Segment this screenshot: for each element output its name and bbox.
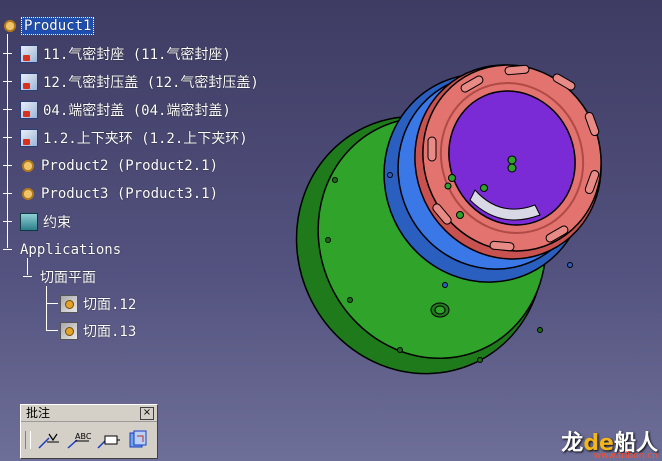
product-gear-icon xyxy=(20,158,36,174)
tree-item-04-end-cover[interactable]: 04.端密封盖 (04.端密封盖) xyxy=(20,100,233,120)
part-icon xyxy=(20,73,38,91)
tree-item-constraints[interactable]: 约束 xyxy=(20,212,73,232)
part-icon xyxy=(20,101,38,119)
section-plane-label: 切面平面 xyxy=(40,270,96,286)
tree-item-label: Product2 (Product2.1) xyxy=(41,158,219,174)
specification-tree: Product1 11.气密封座 (11.气密封座) 12.气密封压盖 (12.… xyxy=(0,0,320,360)
part-icon xyxy=(20,45,38,63)
expand-plus-icon[interactable] xyxy=(3,105,12,114)
3d-assembly-model[interactable] xyxy=(290,60,620,390)
section-icon xyxy=(60,322,78,340)
tree-branch-line xyxy=(46,303,58,304)
expand-plus-icon[interactable] xyxy=(3,77,12,86)
tree-root-product1[interactable]: Product1 xyxy=(2,16,95,36)
collapse-minus-icon[interactable] xyxy=(23,272,32,281)
tree-item-section-12[interactable]: 切面.12 xyxy=(60,294,138,314)
expand-plus-icon[interactable] xyxy=(3,49,12,58)
tree-branch-line xyxy=(46,330,58,331)
site-watermark: 龙de船人 www.tribon.cn xyxy=(561,425,658,461)
annotation-toolbar[interactable]: 批注 × ABC xyxy=(20,404,158,459)
section-label: 切面.13 xyxy=(83,324,137,340)
toolbar-grip[interactable] xyxy=(25,431,31,449)
tree-item-section-plane[interactable]: 切面平面 xyxy=(38,267,98,287)
expand-plus-icon[interactable] xyxy=(3,217,12,226)
constraints-icon xyxy=(20,213,38,231)
toolbar-title: 批注 xyxy=(26,406,51,420)
flag-note-icon[interactable] xyxy=(95,428,121,452)
text-with-leader-icon[interactable] xyxy=(35,428,61,452)
tree-item-clamp-ring[interactable]: 1.2.上下夹环 (1.2.上下夹环) xyxy=(20,128,250,148)
expand-plus-icon[interactable] xyxy=(3,133,12,142)
tree-item-11-seat[interactable]: 11.气密封座 (11.气密封座) xyxy=(20,44,233,64)
tree-branch-line xyxy=(46,286,47,330)
3d-annotation-view-icon[interactable] xyxy=(125,428,151,452)
svg-text:ABC: ABC xyxy=(75,432,91,441)
tree-item-label: 04.端密封盖 (04.端密封盖) xyxy=(43,103,231,119)
expand-plus-icon[interactable] xyxy=(3,161,12,170)
watermark-brand-left: 龙 xyxy=(561,431,584,456)
expand-plus-icon[interactable] xyxy=(3,189,12,198)
tree-item-label: 约束 xyxy=(43,215,71,231)
tree-item-label: 1.2.上下夹环 (1.2.上下夹环) xyxy=(43,131,248,147)
tree-item-applications[interactable]: Applications xyxy=(18,240,123,260)
applications-label: Applications xyxy=(20,242,122,258)
tree-item-section-13[interactable]: 切面.13 xyxy=(60,321,138,341)
watermark-url: www.tribon.cn xyxy=(593,451,658,461)
toolbar-title-bar[interactable]: 批注 × xyxy=(21,405,157,422)
product-gear-icon xyxy=(2,18,18,34)
section-icon xyxy=(60,295,78,313)
tree-item-label: 12.气密封压盖 (12.气密封压盖) xyxy=(43,75,259,91)
tree-item-label: Product3 (Product3.1) xyxy=(41,186,219,202)
product-gear-icon xyxy=(20,186,36,202)
abc-text-icon[interactable]: ABC xyxy=(65,428,92,452)
toolbar-buttons: ABC xyxy=(21,422,157,458)
tree-item-product2[interactable]: Product2 (Product2.1) xyxy=(20,156,220,176)
section-label: 切面.12 xyxy=(83,297,137,313)
tree-item-label: 11.气密封座 (11.气密封座) xyxy=(43,47,231,63)
close-icon[interactable]: × xyxy=(140,407,154,420)
tree-root-label: Product1 xyxy=(21,17,95,35)
tree-item-product3[interactable]: Product3 (Product3.1) xyxy=(20,184,220,204)
part-icon xyxy=(20,129,38,147)
collapse-minus-icon[interactable] xyxy=(3,245,12,254)
tree-item-12-cover[interactable]: 12.气密封压盖 (12.气密封压盖) xyxy=(20,72,261,92)
